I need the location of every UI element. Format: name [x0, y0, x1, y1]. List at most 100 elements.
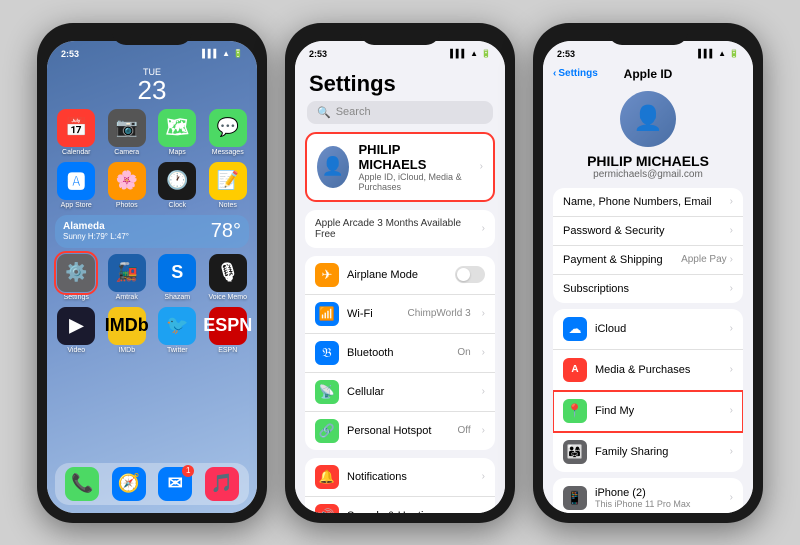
subscriptions-chevron: ›: [730, 283, 733, 294]
app-messages[interactable]: 💬 Messages: [207, 109, 250, 156]
camera-icon: 📷: [108, 109, 146, 147]
signal-2: ▌▌▌: [450, 49, 467, 58]
bluetooth-chevron: ›: [482, 347, 485, 358]
weather-sub: Sunny H:79° L:47°: [63, 232, 129, 241]
row-notifications[interactable]: 🔔 Notifications ›: [305, 458, 495, 497]
row-sounds[interactable]: 🔊 Sounds & Haptics ›: [305, 497, 495, 513]
app-voicememo[interactable]: 🎙 Voice Memo: [207, 254, 250, 301]
row-wifi[interactable]: 📶 Wi-Fi ChimpWorld 3 ›: [305, 295, 495, 334]
dock-mail[interactable]: ✉ 1: [158, 467, 192, 501]
subscriptions-label: Subscriptions: [563, 283, 629, 295]
app-settings[interactable]: ⚙️ Settings: [55, 254, 98, 301]
dock-music[interactable]: 🎵: [205, 467, 239, 501]
time-1: 2:53: [61, 49, 79, 59]
iphone1-label: iPhone (2): [595, 487, 690, 499]
dock-safari[interactable]: 🧭: [112, 467, 146, 501]
row-iphone-1[interactable]: 📱 iPhone (2) This iPhone 11 Pro Max ›: [553, 478, 743, 513]
music-icon: 🎵: [205, 467, 239, 501]
voicememo-icon: 🎙: [209, 254, 247, 292]
sounds-label: Sounds & Haptics: [347, 510, 474, 513]
findmy-chevron: ›: [730, 405, 733, 416]
settings-profile-cell[interactable]: 👤 PHILIP MICHAELS Apple ID, iCloud, Medi…: [305, 132, 495, 202]
hotspot-chevron: ›: [482, 425, 485, 436]
app-imdb[interactable]: IMDb IMDb: [106, 307, 149, 354]
wifi-chevron: ›: [482, 308, 485, 319]
weather-widget: Alameda Sunny H:79° L:47° 78°: [55, 215, 249, 248]
airplane-toggle[interactable]: [455, 266, 485, 283]
app-espn[interactable]: ESPN ESPN: [207, 307, 250, 354]
video-icon: ▶: [57, 307, 95, 345]
icloud-label: iCloud: [595, 323, 626, 335]
dock-phone[interactable]: 📞: [65, 467, 99, 501]
promo-cell[interactable]: Apple Arcade 3 Months Available Free ›: [305, 210, 495, 248]
app-grid-row2: 🅰 App Store 🌸 Photos 🕐 Clock 📝 Notes: [47, 162, 257, 209]
app-amtrak[interactable]: 🚂 Amtrak: [106, 254, 149, 301]
findmy-icon: 📍: [563, 399, 587, 423]
airplane-icon: ✈: [315, 263, 339, 287]
row-family-sharing[interactable]: 👨‍👩‍👧 Family Sharing ›: [553, 432, 743, 472]
family-sharing-label: Family Sharing: [595, 446, 668, 458]
bluetooth-value: On: [457, 347, 470, 358]
phone-2-screen: 2:53 ▌▌▌ ▲ 🔋 Settings 🔍 Search 👤 PHILIP …: [295, 41, 505, 513]
app-appstore[interactable]: 🅰 App Store: [55, 162, 98, 209]
row-media-purchases[interactable]: A Media & Purchases ›: [553, 350, 743, 391]
password-security-label: Password & Security: [563, 225, 664, 237]
phone-3-screen: 2:53 ▌▌▌ ▲ 🔋 ‹ Settings Apple ID 👤 PHILI…: [543, 41, 753, 513]
settings-screen: 2:53 ▌▌▌ ▲ 🔋 Settings 🔍 Search 👤 PHILIP …: [295, 41, 505, 513]
app-calendar[interactable]: 📅 Calendar: [55, 109, 98, 156]
row-cellular[interactable]: 📡 Cellular ›: [305, 373, 495, 412]
search-icon: 🔍: [317, 106, 331, 119]
iphone1-chevron: ›: [730, 492, 733, 503]
nav-back-button[interactable]: ‹ Settings: [553, 68, 598, 79]
cellular-icon: 📡: [315, 380, 339, 404]
iphone1-sub: This iPhone 11 Pro Max: [595, 499, 690, 509]
bluetooth-icon: 𝔅: [315, 341, 339, 365]
settings-search[interactable]: 🔍 Search: [307, 101, 493, 124]
battery-3: 🔋: [729, 49, 739, 58]
app-maps[interactable]: 🗺 Maps: [156, 109, 199, 156]
apple-pay-value: Apple Pay: [681, 254, 727, 265]
battery-icon: 🔋: [233, 49, 243, 58]
notch-2: [360, 23, 440, 45]
app-video[interactable]: ▶ Video: [55, 307, 98, 354]
row-find-my[interactable]: 📍 Find My ›: [553, 391, 743, 432]
phone-1: 2:53 ▌▌▌ ▲ 🔋 TUE 23 📅 Calendar 📷: [37, 23, 267, 523]
mail-badge: 1: [182, 465, 194, 477]
row-payment-shipping[interactable]: Payment & Shipping Apple Pay ›: [553, 246, 743, 275]
row-icloud[interactable]: ☁ iCloud ›: [553, 309, 743, 350]
row-airplane[interactable]: ✈ Airplane Mode: [305, 256, 495, 295]
media-icon: A: [563, 358, 587, 382]
wifi-icon: ▲: [222, 49, 230, 58]
settings-title: Settings: [295, 63, 505, 101]
twitter-icon: 🐦: [158, 307, 196, 345]
phone-icon: 📞: [65, 467, 99, 501]
app-camera[interactable]: 📷 Camera: [106, 109, 149, 156]
familysharing-chevron: ›: [730, 446, 733, 457]
phone-1-screen: 2:53 ▌▌▌ ▲ 🔋 TUE 23 📅 Calendar 📷: [47, 41, 257, 513]
row-subscriptions[interactable]: Subscriptions ›: [553, 275, 743, 303]
imdb-icon: IMDb: [108, 307, 146, 345]
row-password-security[interactable]: Password & Security ›: [553, 217, 743, 246]
phone-2: 2:53 ▌▌▌ ▲ 🔋 Settings 🔍 Search 👤 PHILIP …: [285, 23, 515, 523]
notifications-icon: 🔔: [315, 465, 339, 489]
wifi-3: ▲: [718, 49, 726, 58]
promo-chevron: ›: [482, 223, 485, 234]
media-purchases-label: Media & Purchases: [595, 364, 690, 376]
big-avatar: 👤: [620, 91, 676, 147]
app-twitter[interactable]: 🐦 Twitter: [156, 307, 199, 354]
app-notes[interactable]: 📝 Notes: [207, 162, 250, 209]
row-bluetooth[interactable]: 𝔅 Bluetooth On ›: [305, 334, 495, 373]
notch-3: [608, 23, 688, 45]
app-grid-row4: ▶ Video IMDb IMDb 🐦 Twitter ESPN ESPN: [47, 307, 257, 354]
row-hotspot[interactable]: 🔗 Personal Hotspot Off ›: [305, 412, 495, 450]
app-shazam[interactable]: S Shazam: [156, 254, 199, 301]
app-photos[interactable]: 🌸 Photos: [106, 162, 149, 209]
time-2: 2:53: [309, 49, 327, 59]
home-screen: 2:53 ▌▌▌ ▲ 🔋 TUE 23 📅 Calendar 📷: [47, 41, 257, 513]
sounds-icon: 🔊: [315, 504, 339, 513]
app-clock[interactable]: 🕐 Clock: [156, 162, 199, 209]
notifications-label: Notifications: [347, 471, 474, 483]
dock: 📞 🧭 ✉ 1 🎵: [55, 463, 249, 505]
appleid-group-devices: 📱 iPhone (2) This iPhone 11 Pro Max › 📺 …: [553, 478, 743, 513]
row-name-phones[interactable]: Name, Phone Numbers, Email ›: [553, 188, 743, 217]
